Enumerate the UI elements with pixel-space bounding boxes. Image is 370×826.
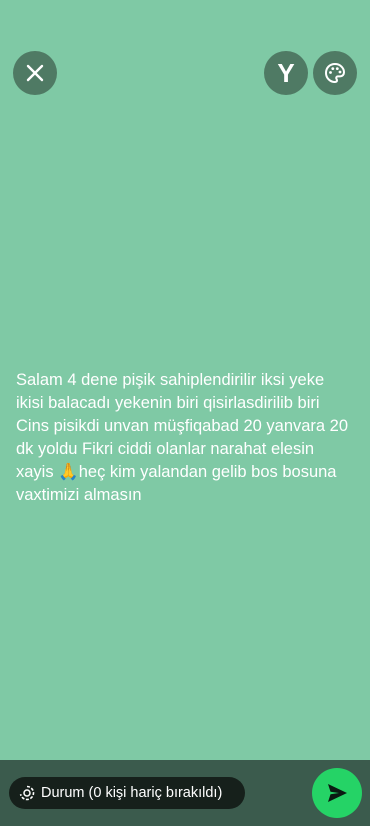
close-button[interactable] <box>13 51 57 95</box>
send-button[interactable] <box>312 768 362 818</box>
palette-icon <box>324 62 346 84</box>
background-color-button[interactable] <box>313 51 357 95</box>
status-composer-screen: Y Salam 4 dene pişik sahiplendirilir iks… <box>0 0 370 826</box>
status-text-input[interactable]: Salam 4 dene pişik sahiplendirilir iksi … <box>16 369 352 507</box>
status-audience-button[interactable]: Durum (0 kişi hariç bırakıldı) <box>9 777 245 809</box>
font-style-label: Y <box>277 57 295 88</box>
send-icon <box>328 784 347 802</box>
status-audience-label: Durum (0 kişi hariç bırakıldı) <box>41 785 223 801</box>
close-icon <box>26 64 44 82</box>
status-ring-icon <box>19 785 35 801</box>
font-style-button[interactable]: Y <box>264 51 308 95</box>
